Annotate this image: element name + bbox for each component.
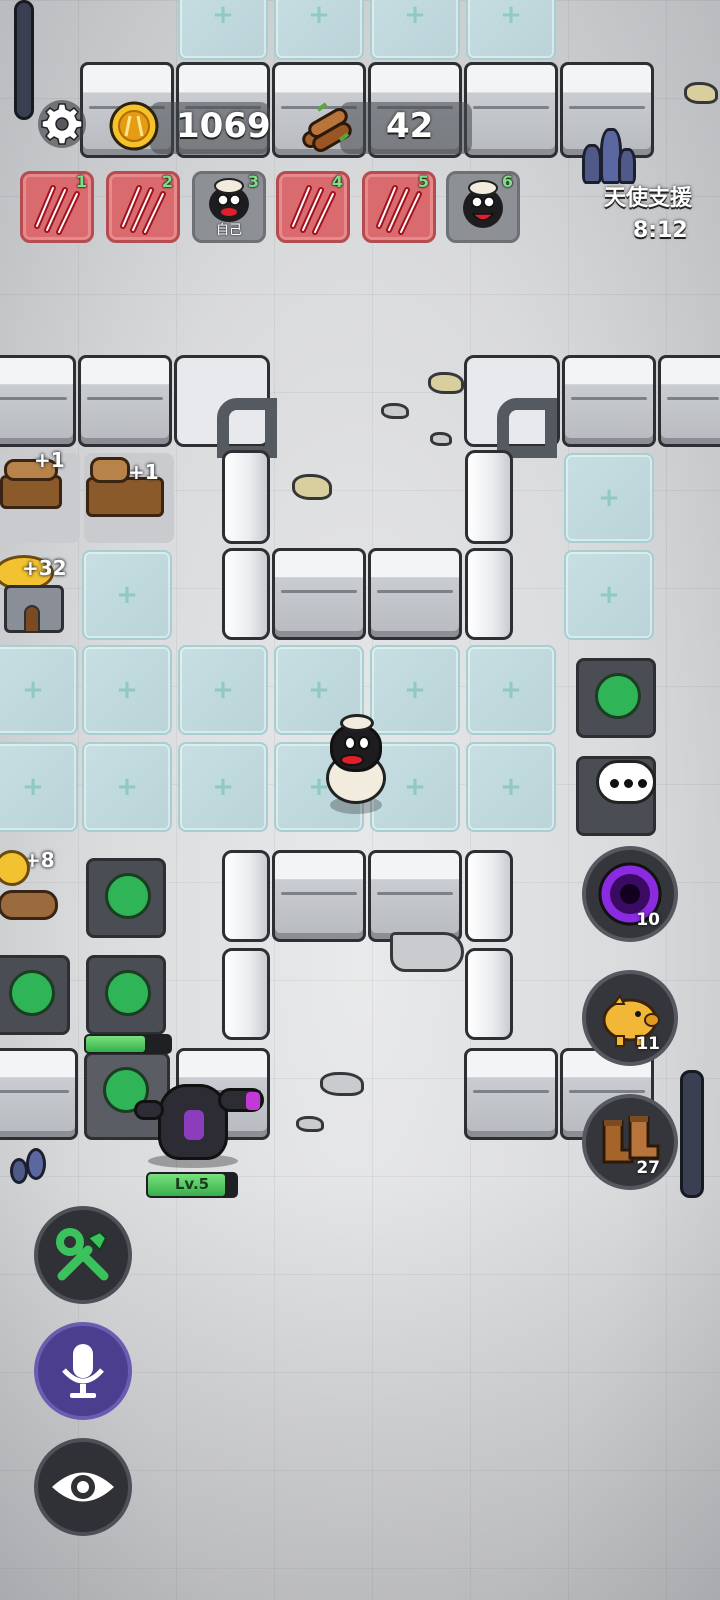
floor-tile[interactable]	[370, 0, 460, 60]
wall-corner	[174, 355, 277, 458]
wall-block	[0, 355, 76, 447]
player-slot-2[interactable]: 2	[106, 171, 180, 243]
upgrade-arrow-icon	[105, 970, 151, 1016]
wall-corner	[464, 355, 560, 458]
werewolf-enemy[interactable]	[128, 1070, 268, 1170]
rock	[292, 474, 332, 500]
wood-gain-label: +1	[34, 448, 65, 472]
floor-tile[interactable]	[564, 453, 654, 543]
floor-tile[interactable]	[564, 550, 654, 640]
claw-attack-icon	[120, 185, 166, 235]
portal-icon	[598, 862, 662, 926]
upgrade-arrow-icon	[595, 673, 641, 719]
floor-tile[interactable]	[466, 0, 556, 60]
claw-attack-icon	[290, 185, 336, 235]
rock	[428, 372, 464, 394]
wall-pillar	[465, 548, 513, 640]
rock	[430, 432, 452, 446]
turret-upgrade[interactable]	[576, 658, 656, 738]
chat-bubble-icon[interactable]	[596, 760, 656, 804]
wrench-hammer-icon	[56, 1228, 109, 1281]
floor-tile[interactable]	[178, 645, 268, 735]
floor-tile[interactable]	[82, 550, 172, 640]
wall-block	[368, 548, 462, 640]
wall-block	[464, 62, 558, 158]
event-timer: 8:12	[633, 218, 688, 243]
floor-tile[interactable]	[274, 0, 364, 60]
piggy-bank-button[interactable]: 11	[582, 970, 678, 1066]
wall-block	[464, 1048, 558, 1140]
wall-pillar	[222, 850, 270, 942]
microphone-icon	[62, 1344, 104, 1398]
upgrade-arrow-icon	[105, 873, 151, 919]
settings-button[interactable]	[34, 96, 90, 152]
wall-pillar	[465, 850, 513, 942]
wall-block	[78, 355, 172, 447]
wall-block	[272, 548, 366, 640]
wall-block	[0, 1048, 78, 1140]
wood-gain-label: +1	[128, 460, 159, 484]
player-slot-3[interactable]: 3 自己	[192, 171, 266, 243]
wall-pillar	[465, 948, 513, 1040]
claw-attack-icon	[34, 185, 80, 235]
sheep-player[interactable]	[322, 714, 394, 818]
player-slot-4[interactable]: 4	[276, 171, 350, 243]
player-slot-6[interactable]: 6	[446, 171, 520, 243]
wall-pillar	[222, 450, 270, 544]
wood-amount: 42	[386, 106, 434, 146]
wood-icon	[302, 102, 352, 152]
sheep-avatar-icon	[463, 180, 503, 228]
floor-tile[interactable]	[178, 0, 268, 60]
gold-pile-building[interactable]	[0, 850, 64, 930]
wall-block	[272, 850, 366, 942]
rock	[320, 1072, 364, 1096]
crystal-decoration	[582, 128, 636, 188]
piggy-count: 11	[636, 1034, 660, 1054]
door-hp-bar	[84, 1034, 172, 1054]
portal-count: 10	[636, 910, 660, 930]
upgrade-arrow-icon	[9, 970, 55, 1016]
rock	[381, 403, 409, 419]
rock	[296, 1116, 324, 1132]
wall-pillar	[465, 450, 513, 544]
wall-block	[562, 355, 656, 447]
turret-upgrade[interactable]	[86, 858, 166, 938]
turret-upgrade[interactable]	[0, 955, 70, 1035]
piggy-bank-icon	[602, 994, 660, 1047]
floor-tile[interactable]	[82, 742, 172, 832]
eye-icon	[52, 1472, 114, 1502]
wall-pillar	[222, 948, 270, 1040]
gold-gain-label: +32	[22, 556, 67, 580]
event-title: 天使支援	[604, 186, 693, 211]
rock	[390, 932, 464, 972]
rock	[684, 82, 718, 104]
wall-block	[368, 850, 462, 942]
floor-tile[interactable]	[82, 645, 172, 735]
floor-tile[interactable]	[178, 742, 268, 832]
coin-icon	[109, 101, 159, 151]
portal-button[interactable]: 10	[582, 846, 678, 942]
gold-amount: 1069	[176, 106, 271, 146]
floor-tile[interactable]	[0, 742, 78, 832]
gear-icon	[38, 100, 86, 148]
boots-button[interactable]: 27	[582, 1094, 678, 1190]
view-button[interactable]	[34, 1438, 132, 1536]
floor-tile[interactable]	[0, 645, 78, 735]
floor-tile[interactable]	[466, 645, 556, 735]
boots-count: 27	[636, 1158, 660, 1178]
wall-block	[658, 355, 720, 447]
boots-icon	[602, 1116, 660, 1164]
player-slot-5[interactable]: 5	[362, 171, 436, 243]
self-label: 自己	[215, 223, 242, 238]
player-slot-1[interactable]: 1	[20, 171, 94, 243]
wall-pillar	[222, 548, 270, 640]
floor-tile[interactable]	[466, 742, 556, 832]
turret-upgrade[interactable]	[86, 955, 166, 1035]
build-button[interactable]	[34, 1206, 132, 1304]
claw-attack-icon	[376, 185, 422, 235]
voice-button[interactable]	[34, 1322, 132, 1420]
